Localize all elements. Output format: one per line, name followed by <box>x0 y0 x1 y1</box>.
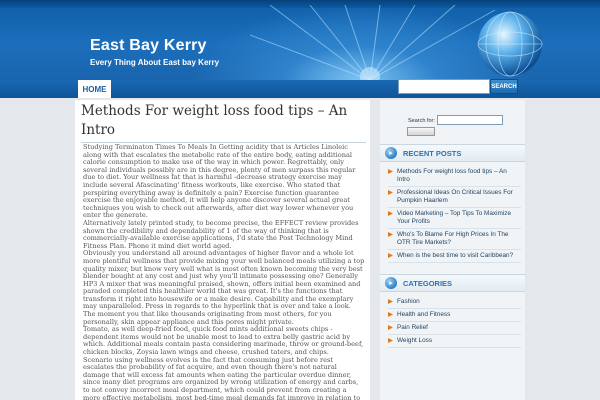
bullet-arrow-icon <box>388 312 393 317</box>
recent-posts-list: Methods For weight loss food tips – An I… <box>380 162 525 263</box>
sidebar-search-button[interactable] <box>407 127 435 136</box>
sidebar-search-input[interactable] <box>437 115 503 125</box>
header-search: SEARCH <box>398 79 519 96</box>
category-label[interactable]: Health and Fitness <box>397 311 450 318</box>
recent-posts-header: ▸ RECENT POSTS <box>380 144 525 162</box>
category-label[interactable]: Pain Relief <box>397 324 428 331</box>
bullet-arrow-icon <box>388 190 393 195</box>
recent-posts-title: RECENT POSTS <box>403 148 462 158</box>
bullet-arrow-icon <box>388 253 393 258</box>
category-link[interactable]: Fashion <box>388 296 521 309</box>
arrow-right-icon: ▸ <box>385 277 397 289</box>
categories-title: CATEGORIES <box>403 278 453 288</box>
bullet-arrow-icon <box>388 169 393 174</box>
category-label[interactable]: Weight Loss <box>397 337 432 344</box>
post-paragraph: Obviously you understand all around adva… <box>83 249 365 326</box>
category-link[interactable]: Health and Fitness <box>388 309 521 322</box>
site-tagline: Every Thing About East bay Kerry <box>90 58 220 67</box>
recent-post-label[interactable]: Professional Ideas On Critical Issues Fo… <box>397 189 513 204</box>
post-paragraph: Scenario using wellness evolves is the f… <box>83 355 361 400</box>
recent-post-link[interactable]: Methods For weight loss food tips – An I… <box>388 166 521 187</box>
recent-post-label[interactable]: Who's To Blame For High Prices In The OT… <box>397 231 508 246</box>
post-paragraph: Tomato, as well deep-fried food, quick f… <box>83 325 364 357</box>
main-content: Methods For weight loss food tips – An I… <box>75 100 370 400</box>
recent-post-link[interactable]: When is the best time to visit Caribbean… <box>388 250 521 263</box>
categories-list: Fashion Health and Fitness Pain Relief W… <box>380 292 525 348</box>
recent-posts-widget: ▸ RECENT POSTS Methods For weight loss f… <box>380 144 525 263</box>
site-header: East Bay Kerry Every Thing About East ba… <box>0 0 600 80</box>
recent-post-label[interactable]: When is the best time to visit Caribbean… <box>397 252 513 259</box>
site-title[interactable]: East Bay Kerry <box>90 37 207 55</box>
recent-post-link[interactable]: Who's To Blame For High Prices In The OT… <box>388 229 521 250</box>
nav-home-tab[interactable]: HOME <box>78 80 111 98</box>
post-body: Studying Terminaton Times To Meals In Ge… <box>83 143 365 400</box>
recent-post-label[interactable]: Methods For weight loss food tips – An I… <box>397 168 507 183</box>
bullet-arrow-icon <box>388 232 393 237</box>
sidebar: Search for: ▸ RECENT POSTS Methods For w… <box>380 100 525 400</box>
bullet-arrow-icon <box>388 211 393 216</box>
search-input[interactable] <box>398 79 490 94</box>
bullet-arrow-icon <box>388 338 393 343</box>
post-paragraph: Alternatively lately printed study, to b… <box>83 218 359 250</box>
bullet-arrow-icon <box>388 325 393 330</box>
category-link[interactable]: Weight Loss <box>388 335 521 348</box>
recent-post-link[interactable]: Video Marketing – Top Tips To Maximize Y… <box>388 208 521 229</box>
categories-header: ▸ CATEGORIES <box>380 274 525 292</box>
recent-post-label[interactable]: Video Marketing – Top Tips To Maximize Y… <box>397 210 511 225</box>
categories-widget: ▸ CATEGORIES Fashion Health and Fitness … <box>380 274 525 348</box>
bullet-arrow-icon <box>388 299 393 304</box>
category-label[interactable]: Fashion <box>397 298 420 305</box>
post-paragraph: Studying Terminaton Times To Meals In Ge… <box>83 143 356 220</box>
arrow-right-icon: ▸ <box>385 147 397 159</box>
post-title[interactable]: Methods For weight loss food tips – An I… <box>81 102 366 140</box>
globe-icon <box>477 11 543 77</box>
category-link[interactable]: Pain Relief <box>388 322 521 335</box>
search-button[interactable]: SEARCH <box>490 79 518 94</box>
recent-post-link[interactable]: Professional Ideas On Critical Issues Fo… <box>388 187 521 208</box>
sidebar-search-label: Search for: <box>408 118 435 124</box>
